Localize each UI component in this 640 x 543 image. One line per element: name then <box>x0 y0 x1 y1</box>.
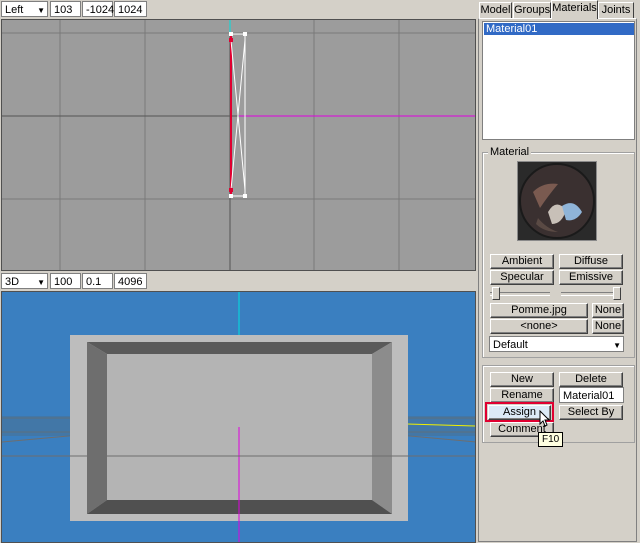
transparency-slider[interactable] <box>561 287 621 301</box>
rename-button[interactable]: Rename <box>490 388 554 403</box>
3d-viewport-canvas <box>2 292 475 542</box>
texture-none-button[interactable]: None <box>592 303 624 318</box>
shininess-slider-thumb[interactable] <box>492 287 500 300</box>
shininess-slider[interactable] <box>490 287 550 301</box>
material-group-label: Material <box>488 146 532 159</box>
viewport-grid <box>2 20 475 270</box>
select-by-button[interactable]: Select By <box>559 405 623 420</box>
tab-model[interactable]: Model <box>479 2 512 19</box>
left-viewport-canvas <box>2 20 475 270</box>
preview-sphere-image <box>519 163 595 239</box>
top-value-field-3[interactable]: 1024 <box>114 1 147 17</box>
bottom-view-select[interactable]: 3D ▼ <box>1 273 48 289</box>
chevron-down-icon: ▼ <box>37 6 45 15</box>
material-name-field[interactable]: Material01 <box>559 387 624 403</box>
tab-joints[interactable]: Joints <box>598 2 634 19</box>
left-viewport[interactable] <box>1 19 476 271</box>
top-viewport-toolbar: Left ▼ 103 -1024 1024 <box>0 0 476 19</box>
texture-button[interactable]: Pomme.jpg <box>490 303 588 318</box>
material-preview-sphere <box>517 161 597 241</box>
tab-materials[interactable]: Materials <box>551 0 598 19</box>
diffuse-button[interactable]: Diffuse <box>559 254 623 269</box>
tab-groups[interactable]: Groups <box>513 2 551 19</box>
alphamap-none-button[interactable]: None <box>592 319 624 334</box>
wireframe-object <box>229 32 247 198</box>
bottom-viewport-toolbar: 3D ▼ 100 0.1 4096 <box>0 271 476 291</box>
grid-strip-left <box>2 416 72 436</box>
chevron-down-icon: ▼ <box>613 341 621 350</box>
bottom-value-field-1[interactable]: 100 <box>50 273 81 289</box>
alphamap-button[interactable]: <none> <box>490 319 588 334</box>
bottom-view-select-value: 3D <box>5 276 20 288</box>
specular-button[interactable]: Specular <box>490 270 554 285</box>
mode-select-value: Default <box>493 339 528 351</box>
side-panel: Model Groups Materials Joints Material01… <box>477 0 640 543</box>
top-value-field-1[interactable]: 103 <box>50 1 81 17</box>
transparency-slider-thumb[interactable] <box>613 287 621 300</box>
bottom-value-field-2[interactable]: 0.1 <box>82 273 113 289</box>
new-button[interactable]: New <box>490 372 554 387</box>
material-list[interactable]: Material01 <box>482 21 635 140</box>
top-view-select[interactable]: Left ▼ <box>1 1 48 17</box>
bottom-value-field-3[interactable]: 4096 <box>114 273 147 289</box>
tooltip: F10 <box>538 432 564 447</box>
top-value-field-2[interactable]: -1024 <box>82 1 114 17</box>
top-view-select-value: Left <box>5 4 24 16</box>
emissive-button[interactable]: Emissive <box>559 270 623 285</box>
ambient-button[interactable]: Ambient <box>490 254 554 269</box>
mode-select[interactable]: Default ▼ <box>489 336 624 352</box>
material-list-item[interactable]: Material01 <box>484 23 634 35</box>
mouse-cursor-icon <box>539 409 551 428</box>
delete-button[interactable]: Delete <box>559 372 623 387</box>
chevron-down-icon: ▼ <box>37 278 45 287</box>
3d-viewport[interactable] <box>1 291 476 543</box>
